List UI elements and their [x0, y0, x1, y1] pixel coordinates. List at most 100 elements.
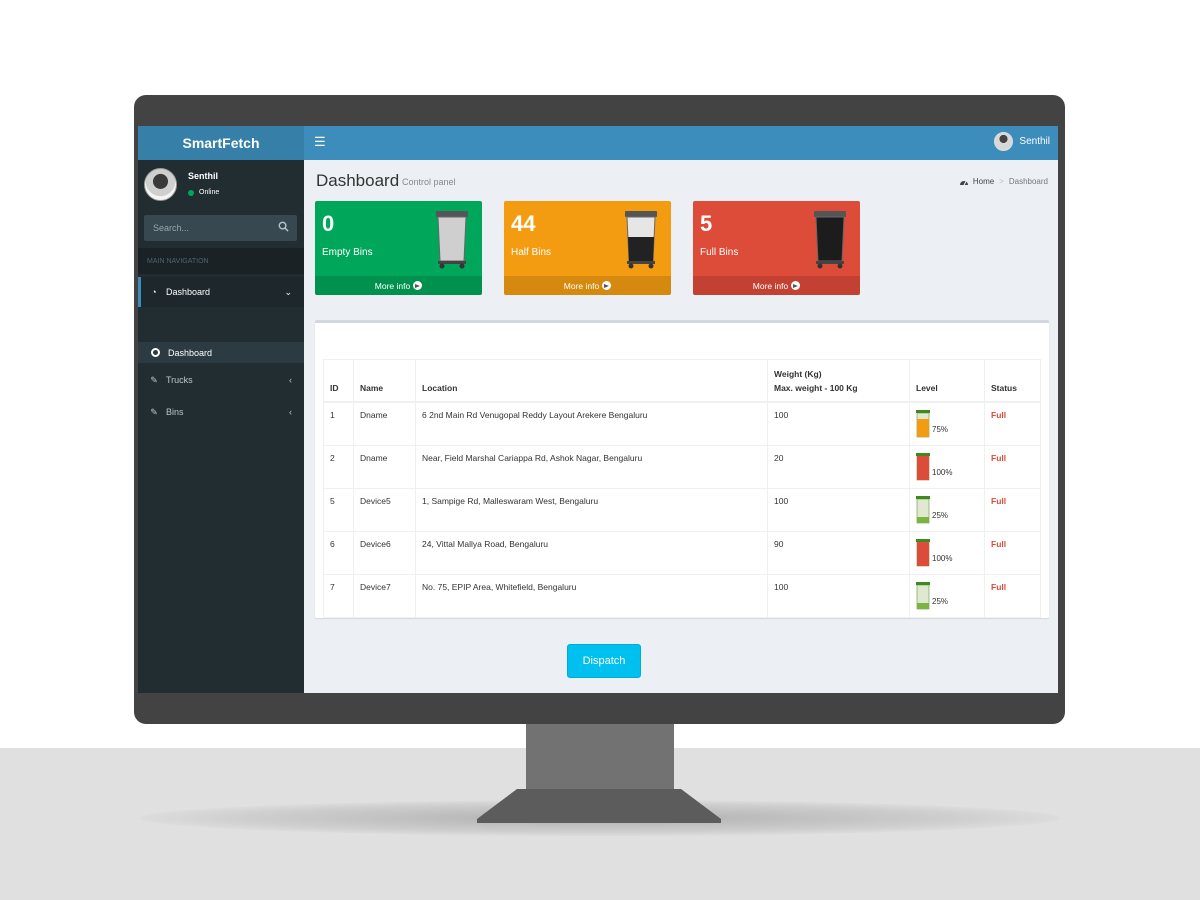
col-id: ID	[323, 359, 354, 403]
table-header-row: ID Name Location Weight (Kg) Max. weight…	[323, 359, 1041, 403]
bin-level-icon	[916, 452, 930, 480]
breadcrumb-separator: >	[999, 177, 1004, 186]
more-info-label: More info	[752, 280, 789, 291]
chevron-left-icon: ‹	[289, 375, 292, 385]
table-row[interactable]: 1 Dname 6 2nd Main Rd Venugopal Reddy Layo…	[323, 401, 1041, 446]
user-menu-name: Senthil	[1019, 136, 1050, 147]
dispatch-button[interactable]: Dispatch	[567, 644, 641, 678]
dashboard-icon	[959, 181, 968, 186]
sidebar-search	[144, 215, 297, 241]
cell-name: Dname	[353, 401, 416, 446]
cell-level: 75%	[909, 401, 985, 446]
table-row[interactable]: 2 Dname Near, Field Marshal Cariappa Rd, A…	[323, 444, 1041, 489]
sidebar-item-bins[interactable]: ✎ Bins ‹	[138, 397, 304, 427]
chevron-down-icon: ⌄	[284, 286, 292, 297]
cell-level: 100%	[909, 444, 985, 489]
level-percent: 100%	[932, 553, 953, 563]
user-status-label: Online	[199, 189, 220, 196]
cell-status: Full	[984, 444, 1041, 489]
cell-id: 2	[323, 444, 354, 489]
cell-name: Device7	[353, 573, 416, 618]
user-panel: Senthil Online	[144, 168, 294, 204]
cell-status: Full	[984, 573, 1041, 618]
sidebar: Senthil Online MAIN NAVIGATION ◔ Dashboa…	[138, 160, 304, 693]
user-menu[interactable]: Senthil	[994, 132, 1050, 151]
full-bin-icon	[814, 211, 846, 269]
col-weight-max: Max. weight - 100 Kg	[774, 382, 858, 393]
more-info-label: More info	[563, 280, 600, 291]
stat-label: Full Bins	[700, 247, 739, 258]
dashboard-icon: ◔	[151, 287, 157, 297]
cell-level: 100%	[909, 530, 985, 575]
cell-location: 1, Sampige Rd, Malleswaram West, Bengalu…	[415, 487, 768, 532]
more-info-link[interactable]: More info	[504, 276, 671, 295]
cell-status: Full	[984, 401, 1041, 446]
circle-icon	[151, 348, 160, 357]
cell-weight: 100	[767, 573, 910, 618]
sidebar-item-dashboard[interactable]: ◔ Dashboard ⌄	[138, 277, 304, 307]
online-dot-icon	[188, 189, 194, 196]
col-name: Name	[353, 359, 416, 403]
cell-location: Near, Field Marshal Cariappa Rd, Ashok N…	[415, 444, 768, 489]
table-row[interactable]: 6 Device6 24, Vittal Mallya Road, Bengalur…	[323, 530, 1041, 575]
stat-box-full: 5 Full Bins More info	[693, 201, 860, 295]
more-info-link[interactable]: More info	[693, 276, 860, 295]
more-info-link[interactable]: More info	[315, 276, 482, 295]
hamburger-icon[interactable]: ☰	[314, 134, 326, 150]
stat-box-half: 44 Half Bins More info	[504, 201, 671, 295]
cell-weight: 100	[767, 401, 910, 446]
page-subtitle: Control panel	[402, 177, 456, 187]
cell-level: 25%	[909, 487, 985, 532]
cell-id: 7	[323, 573, 354, 618]
arrow-circle-right-icon	[602, 281, 612, 290]
stat-label: Half Bins	[511, 247, 552, 258]
stat-value: 5	[700, 211, 713, 236]
cell-status: Full	[984, 530, 1041, 575]
level-percent: 25%	[932, 596, 949, 606]
bin-level-icon	[916, 581, 930, 609]
app-logo[interactable]: SmartFetch	[138, 126, 304, 160]
level-percent: 25%	[932, 510, 949, 520]
level-percent: 100%	[932, 467, 953, 477]
sidebar-item-label: Trucks	[166, 375, 193, 385]
bins-table-panel: ID Name Location Weight (Kg) Max. weight…	[315, 320, 1049, 618]
arrow-circle-right-icon	[791, 281, 801, 290]
half-bin-icon	[625, 211, 657, 269]
bin-level-icon	[916, 409, 930, 437]
monitor-stand-neck	[526, 723, 674, 789]
search-input[interactable]	[144, 215, 269, 241]
cell-status: Full	[984, 487, 1041, 532]
nav-header: MAIN NAVIGATION	[138, 248, 304, 274]
sidebar-item-trucks[interactable]: ✎ Trucks ‹	[138, 365, 304, 395]
col-weight: Weight (Kg) Max. weight - 100 Kg	[767, 359, 910, 403]
cell-weight: 90	[767, 530, 910, 575]
table-row[interactable]: 5 Device5 1, Sampige Rd, Malleswaram West,…	[323, 487, 1041, 532]
bin-level-icon	[916, 538, 930, 566]
sidebar-user-name: Senthil	[188, 171, 219, 181]
col-location: Location	[415, 359, 768, 403]
stat-value: 44	[511, 211, 536, 236]
table-row[interactable]: 7 Device7 No. 75, EPIP Area, Whitefield, B…	[323, 573, 1041, 618]
cell-name: Device5	[353, 487, 416, 532]
screen: SmartFetch ☰ Senthil Senthil Online MAIN…	[138, 126, 1058, 693]
more-info-label: More info	[374, 280, 411, 291]
level-percent: 75%	[932, 424, 949, 434]
arrow-circle-right-icon	[413, 281, 423, 290]
breadcrumb: Home > Dashboard	[959, 177, 1048, 186]
cell-id: 5	[323, 487, 354, 532]
col-status: Status	[984, 359, 1041, 403]
sidebar-subitem-dashboard[interactable]: Dashboard	[138, 342, 304, 363]
cell-weight: 100	[767, 487, 910, 532]
page-title: Dashboard	[316, 171, 400, 190]
cell-id: 6	[323, 530, 354, 575]
empty-bin-icon	[436, 211, 468, 269]
search-icon[interactable]	[278, 221, 289, 232]
stat-label: Empty Bins	[322, 247, 373, 258]
sidebar-item-label: Dashboard	[166, 287, 211, 297]
top-navbar: ☰ Senthil	[304, 126, 1058, 160]
bin-level-icon	[916, 495, 930, 523]
edit-icon: ✎	[150, 374, 158, 385]
col-level: Level	[909, 359, 985, 403]
breadcrumb-home[interactable]: Home	[973, 177, 994, 186]
cell-id: 1	[323, 401, 354, 446]
